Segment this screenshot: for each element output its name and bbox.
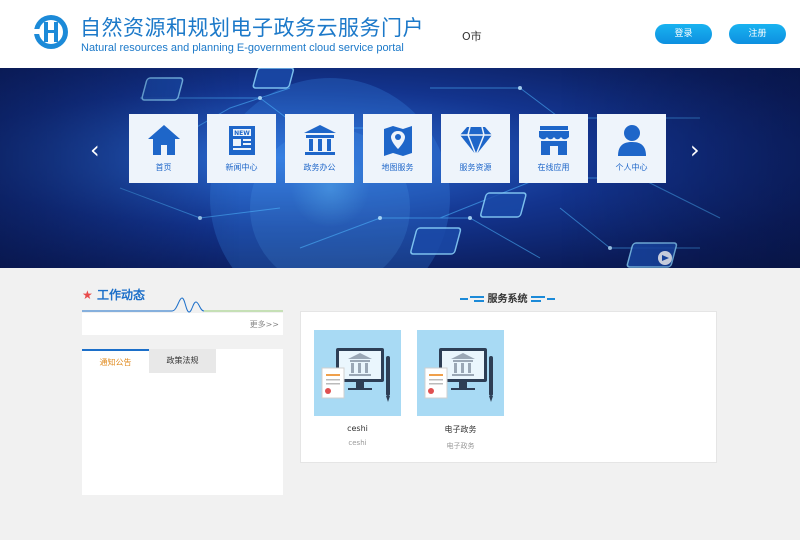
nav-tile-label: 新闻中心 <box>225 163 258 172</box>
site-subtitle: Natural resources and planning E-governm… <box>81 42 404 54</box>
nav-tile-online-apps[interactable]: 在线应用 <box>519 114 588 183</box>
user-icon <box>618 125 646 156</box>
nav-tile-home[interactable]: 首页 <box>129 114 198 183</box>
home-icon <box>148 125 180 155</box>
services-heading: 服务系统 <box>460 290 560 305</box>
svg-text:NEW: NEW <box>234 130 250 137</box>
service-thumbnail <box>417 330 504 416</box>
map-pin-icon <box>384 126 412 156</box>
nav-tile-label: 地图服务 <box>381 163 414 172</box>
portal-logo-icon[interactable] <box>33 14 69 50</box>
e-government-illustration-icon <box>321 348 390 402</box>
services-panel: ceshi ceshi 电子政务 电子政务 <box>300 311 717 463</box>
login-button[interactable]: 登录 <box>655 24 712 44</box>
nav-tile-label: 服务资源 <box>459 163 492 172</box>
service-card-ceshi[interactable]: ceshi ceshi <box>314 330 401 447</box>
nav-tile-label: 在线应用 <box>537 163 570 172</box>
nav-tile-personal-center[interactable]: 个人中心 <box>597 114 666 183</box>
service-description: 电子政务 <box>446 442 475 450</box>
nav-tile-label: 个人中心 <box>615 163 648 172</box>
service-name: ceshi <box>347 424 368 433</box>
work-news-list: 更多>> <box>82 313 283 335</box>
more-link[interactable]: 更多>> <box>250 319 279 330</box>
news-icon: NEW <box>229 126 255 155</box>
services-title: 服务系统 <box>487 294 528 305</box>
tab-notices[interactable]: 通知公告 <box>82 349 149 373</box>
carousel-next-arrow-icon[interactable]: › <box>690 136 700 164</box>
city-selector[interactable]: O市 <box>462 28 482 44</box>
service-description: ceshi <box>348 439 367 447</box>
heading-right-decoration <box>530 296 555 302</box>
nav-tile-map-service[interactable]: 地图服务 <box>363 114 432 183</box>
site-title: 自然资源和规划电子政务云服务门户 <box>80 16 424 40</box>
banner-carousel: ‹ › 首页 NEW 新闻中心 政务办公 地图服务 服务资源 在线应用 个人中心 <box>0 68 800 268</box>
nav-tile-service-resources[interactable]: 服务资源 <box>441 114 510 183</box>
carousel-prev-arrow-icon[interactable]: ‹ <box>90 136 100 164</box>
notice-panel: 通知公告 政策法规 <box>82 349 283 495</box>
service-thumbnail <box>314 330 401 416</box>
header: 自然资源和规划电子政务云服务门户 Natural resources and p… <box>0 0 800 68</box>
store-icon <box>539 126 569 155</box>
diamond-icon <box>460 126 492 157</box>
service-card-e-government[interactable]: 电子政务 电子政务 <box>417 330 504 451</box>
service-name: 电子政务 <box>444 425 477 434</box>
nav-tile-label: 政务办公 <box>303 163 336 172</box>
nav-tile-government-office[interactable]: 政务办公 <box>285 114 354 183</box>
register-button[interactable]: 注册 <box>729 24 786 44</box>
nav-tile-label: 首页 <box>155 163 172 172</box>
nav-tile-news[interactable]: NEW 新闻中心 <box>207 114 276 183</box>
tab-policies[interactable]: 政策法规 <box>149 349 216 373</box>
heading-left-decoration <box>460 296 484 302</box>
government-building-icon <box>304 125 336 155</box>
heading-wave-decoration <box>82 297 283 313</box>
e-government-illustration-icon <box>424 348 493 402</box>
